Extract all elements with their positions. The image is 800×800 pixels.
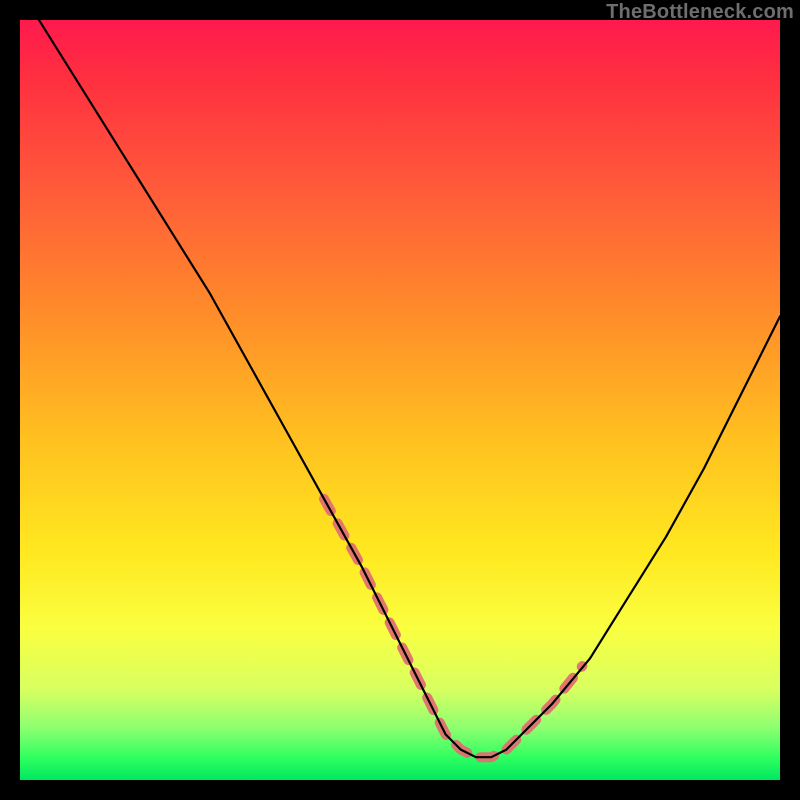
- bottleneck-curve: [20, 0, 780, 757]
- highlight-segment: [324, 499, 582, 757]
- chart-stage: TheBottleneck.com: [0, 0, 800, 800]
- curve-layer: [20, 20, 780, 780]
- highlight-segments: [324, 499, 582, 757]
- plot-area: [20, 20, 780, 780]
